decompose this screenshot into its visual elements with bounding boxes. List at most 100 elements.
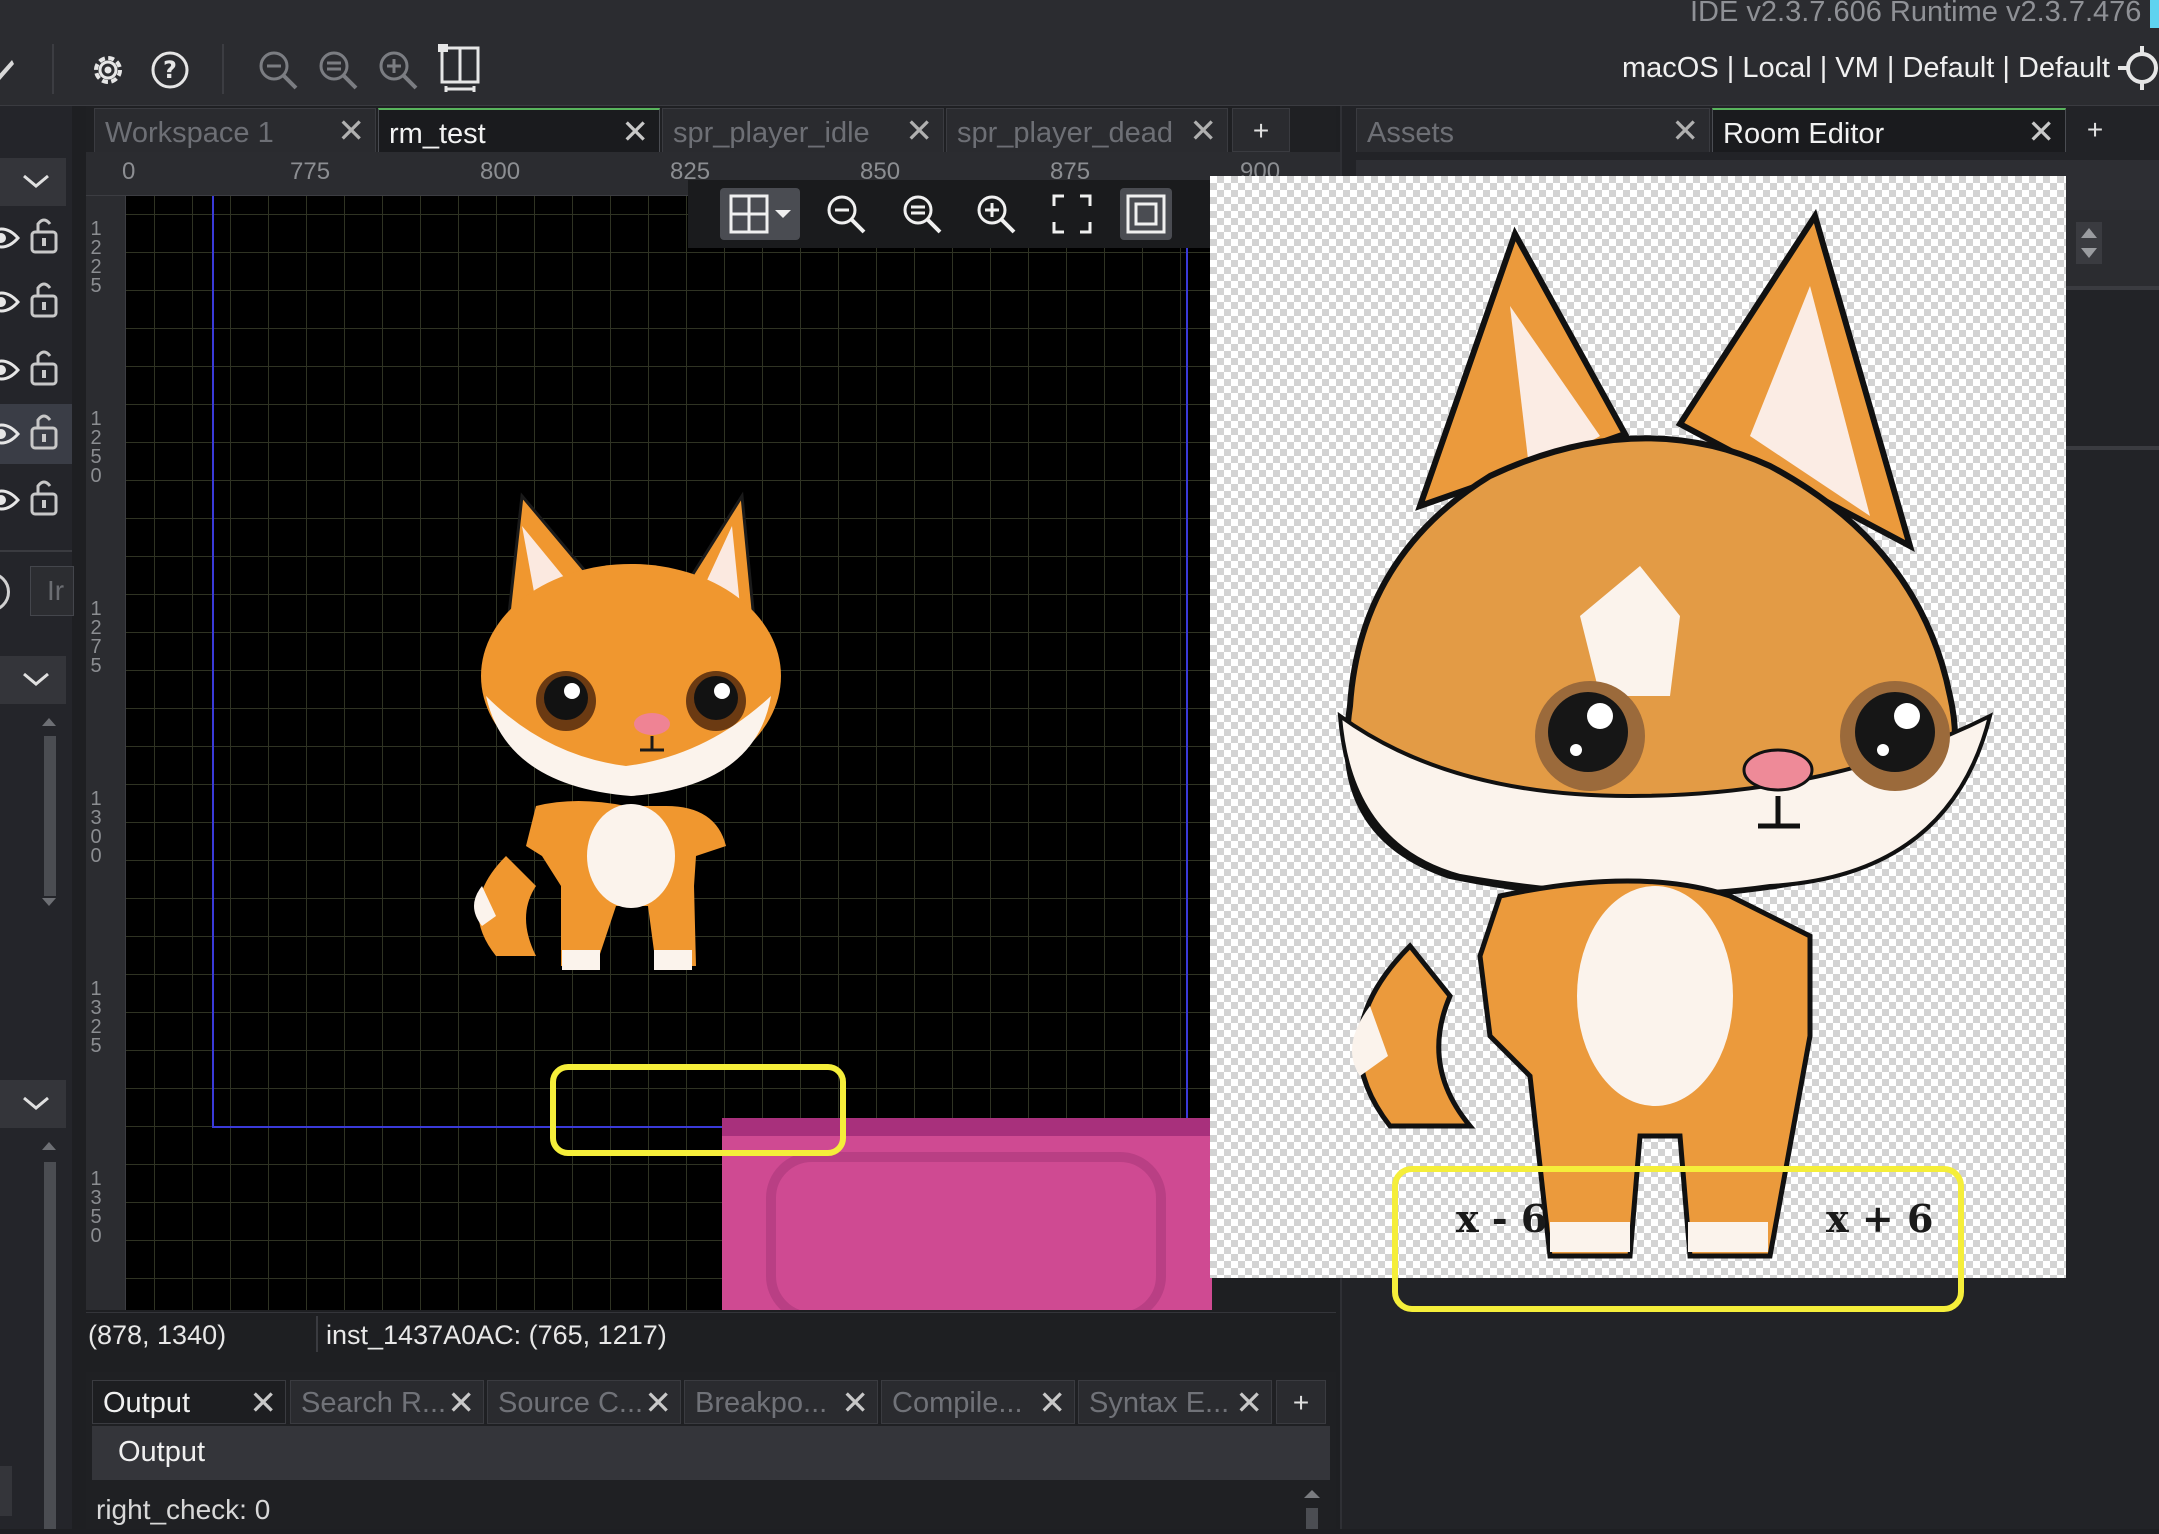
- tab-breakpoints[interactable]: Breakpo... ✕: [684, 1380, 878, 1424]
- eye-icon[interactable]: [0, 480, 20, 520]
- vertical-ruler: 1225 1250 1275 1300 1325 1350: [86, 196, 126, 1310]
- tab-label: Source C...: [498, 1387, 644, 1419]
- lock-open-icon[interactable]: [28, 346, 62, 386]
- eye-icon[interactable]: [0, 414, 20, 454]
- lock-open-icon[interactable]: [28, 476, 62, 516]
- tab-label: spr_player_idle: [673, 117, 870, 149]
- close-icon[interactable]: ✕: [1189, 111, 1217, 150]
- layer-row[interactable]: [0, 340, 72, 400]
- room-editor-field: [2060, 210, 2159, 290]
- panel-divider: [0, 550, 72, 552]
- target-icon[interactable]: [2118, 46, 2159, 90]
- zoom-reset-icon[interactable]: [312, 44, 364, 96]
- add-panel-tab-button[interactable]: +: [2070, 108, 2120, 152]
- tab-label: Syntax E...: [1089, 1387, 1230, 1419]
- layer-row[interactable]: [0, 272, 72, 332]
- toolbar-divider: [222, 44, 224, 94]
- scrollbar-track[interactable]: [38, 1136, 60, 1529]
- tab-label: spr_player_dead: [957, 117, 1174, 149]
- layer-row[interactable]: [0, 470, 72, 530]
- zoom-in-icon[interactable]: [372, 44, 424, 96]
- close-icon[interactable]: ✕: [2027, 112, 2055, 151]
- gear-icon[interactable]: [82, 44, 134, 96]
- status-divider: [316, 1316, 318, 1352]
- close-icon[interactable]: ✕: [905, 111, 933, 150]
- close-icon[interactable]: ✕: [1671, 111, 1699, 150]
- add-output-tab-button[interactable]: +: [1276, 1380, 1326, 1424]
- layer-name-text: Ir: [47, 575, 65, 606]
- close-icon[interactable]: ✕: [1235, 1383, 1263, 1422]
- tab-assets[interactable]: Assets ✕: [1356, 108, 1710, 152]
- output-scrollbar[interactable]: [1300, 1484, 1324, 1529]
- close-icon[interactable]: ✕: [841, 1383, 869, 1422]
- tab-label: Room Editor: [1723, 118, 1885, 150]
- ruler-label: 1325: [90, 978, 102, 1057]
- sprite-reference-image: [1210, 176, 2066, 1278]
- ruler-label: 1350: [90, 1168, 102, 1247]
- lock-open-icon[interactable]: [28, 278, 62, 318]
- spin-arrows-icon[interactable]: [2076, 222, 2102, 264]
- tab-source-control[interactable]: Source C... ✕: [487, 1380, 681, 1424]
- collapse-chevron-icon[interactable]: [0, 656, 66, 704]
- collapse-chevron-icon[interactable]: [0, 1080, 66, 1128]
- tab-label: rm_test: [389, 118, 486, 150]
- player-sprite[interactable]: [426, 336, 846, 1310]
- fit-view-icon[interactable]: [1120, 188, 1172, 240]
- tab-label: Compile...: [892, 1387, 1023, 1419]
- layer-row-selected[interactable]: [0, 404, 72, 464]
- collapse-chevron-icon[interactable]: [0, 158, 66, 206]
- layer-row[interactable]: [0, 208, 72, 268]
- tab-rm-test[interactable]: rm_test ✕: [378, 108, 660, 152]
- lock-open-icon[interactable]: [28, 214, 62, 254]
- canvas-zoom-in-icon[interactable]: [970, 188, 1022, 240]
- grid-toggle-icon[interactable]: [720, 188, 800, 240]
- left-offset-label: x - 6: [1456, 1196, 1548, 1241]
- ruler-label: 0: [122, 158, 136, 185]
- eye-icon[interactable]: [0, 282, 20, 322]
- tab-compile-errors[interactable]: Compile... ✕: [881, 1380, 1075, 1424]
- right-offset-label: x + 6: [1826, 1196, 1934, 1241]
- tab-label: Output: [103, 1387, 191, 1419]
- svg-text:?: ?: [163, 56, 177, 84]
- ruler-label: 1225: [90, 218, 102, 297]
- scrollbar-track[interactable]: [38, 712, 60, 912]
- fullscreen-icon[interactable]: [1046, 188, 1098, 240]
- layer-name-field[interactable]: Ir: [30, 566, 74, 616]
- target-selector[interactable]: macOS | Local | VM | Default | Default: [1622, 52, 2110, 85]
- close-icon[interactable]: ✕: [644, 1383, 672, 1422]
- tab-syntax-errors[interactable]: Syntax E... ✕: [1078, 1380, 1272, 1424]
- tab-workspace-1[interactable]: Workspace 1 ✕: [94, 108, 376, 152]
- close-icon[interactable]: ✕: [1038, 1383, 1066, 1422]
- close-icon[interactable]: ✕: [337, 111, 365, 150]
- left-dock-field[interactable]: [0, 1466, 12, 1516]
- add-tab-button[interactable]: +: [1232, 108, 1290, 152]
- tab-spr-player-dead[interactable]: spr_player_dead ✕: [946, 108, 1228, 152]
- eye-icon[interactable]: [0, 218, 20, 258]
- ruler-label: 1250: [90, 408, 102, 487]
- canvas-zoom-out-icon[interactable]: [820, 188, 872, 240]
- output-header-bar: [92, 1426, 1330, 1480]
- zoom-out-icon[interactable]: [252, 44, 304, 96]
- close-icon[interactable]: ✕: [447, 1383, 475, 1422]
- close-icon[interactable]: ✕: [249, 1383, 277, 1422]
- ruler-label: 1275: [90, 598, 102, 677]
- lock-open-icon[interactable]: [28, 410, 62, 450]
- version-accent: [2150, 0, 2159, 28]
- eye-icon[interactable]: [0, 350, 20, 390]
- close-icon[interactable]: ✕: [621, 112, 649, 151]
- edit-icon[interactable]: [0, 52, 14, 82]
- tab-room-editor[interactable]: Room Editor ✕: [1712, 108, 2066, 152]
- tab-output[interactable]: Output ✕: [92, 1380, 286, 1424]
- ruler-label: 800: [480, 158, 521, 185]
- window-layout-icon[interactable]: [434, 42, 486, 94]
- tab-spr-player-idle[interactable]: spr_player_idle ✕: [662, 108, 944, 152]
- canvas-zoom-reset-icon[interactable]: [896, 188, 948, 240]
- ruler-label: 1300: [90, 788, 102, 867]
- tab-search-results[interactable]: Search R... ✕: [290, 1380, 484, 1424]
- help-icon[interactable]: ?: [144, 44, 196, 96]
- output-header: Output: [118, 1436, 206, 1468]
- room-canvas[interactable]: [126, 196, 1212, 1310]
- output-log-line: right_check: 0: [96, 1494, 271, 1525]
- instance-position: inst_1437A0AC: (765, 1217): [326, 1320, 667, 1350]
- cursor-position: (878, 1340): [88, 1320, 227, 1350]
